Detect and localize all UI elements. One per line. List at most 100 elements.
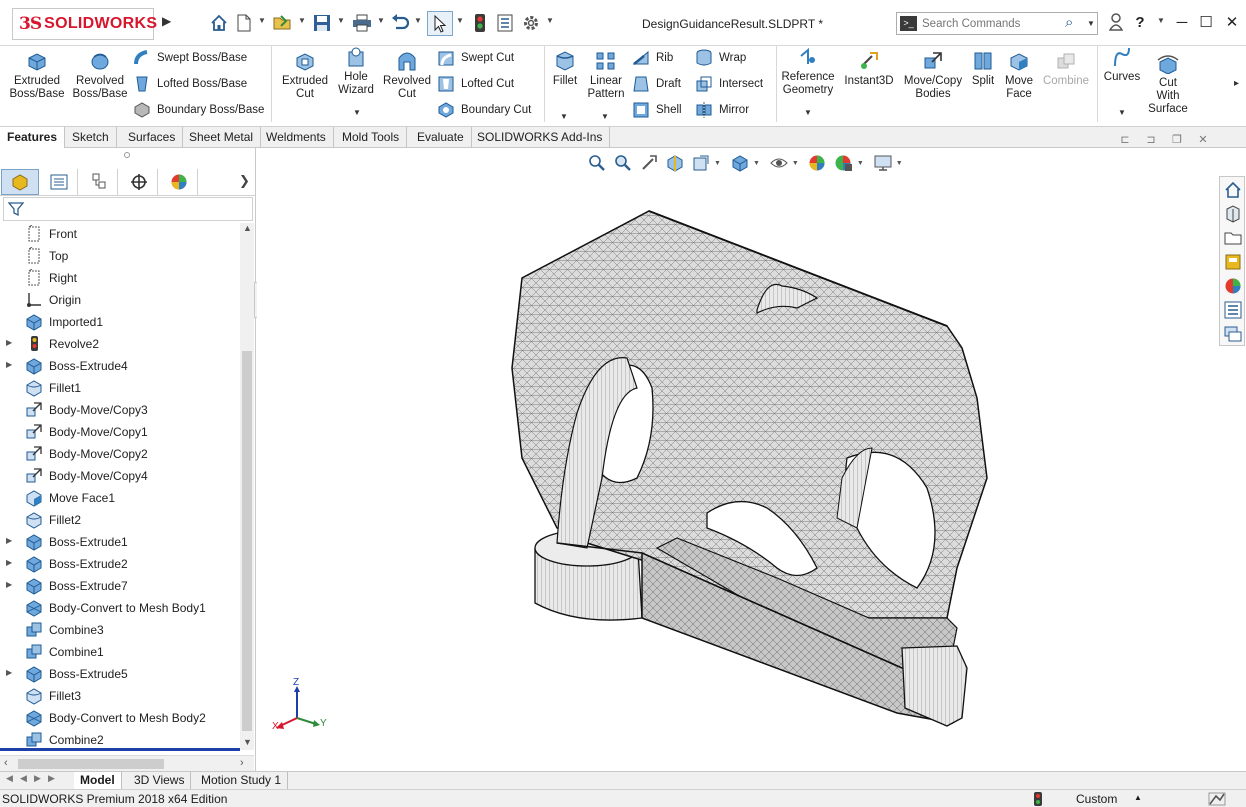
view-settings-dropdown-icon[interactable]: ▼ (896, 160, 903, 167)
revolved-boss-button[interactable]: Revolved Boss/Base (70, 50, 130, 101)
feature-tree-item[interactable]: ▶ Boss-Extrude5 (0, 663, 240, 685)
featuremanager-tab-icon[interactable] (1, 169, 39, 195)
curves-button[interactable]: Curves ▼ (1102, 46, 1142, 117)
search-input[interactable] (922, 16, 1062, 32)
print-icon[interactable] (350, 11, 374, 35)
expand-arrow-icon[interactable]: ▶ (6, 360, 12, 369)
search-commands-box[interactable]: >_ ⌕ ▼ (896, 12, 1098, 35)
feature-tree-item[interactable]: ▶ Boss-Extrude1 (0, 531, 240, 553)
file-properties-icon[interactable] (495, 11, 515, 35)
options-dropdown-icon[interactable]: ▼ (546, 16, 554, 25)
draft-button[interactable]: Draft (632, 73, 681, 95)
save-dropdown-icon[interactable]: ▼ (337, 16, 345, 25)
mesh-part-model[interactable] (257, 148, 1217, 772)
view-palette-icon[interactable] (1221, 251, 1245, 273)
open-icon[interactable] (272, 11, 294, 35)
tab-scroll-prev-icon[interactable]: ◀ (20, 773, 27, 784)
viewport-close-icon[interactable]: ✕ (1190, 133, 1216, 151)
boundary-boss-button[interactable]: Boundary Boss/Base (133, 99, 264, 121)
previous-view-icon[interactable] (638, 152, 660, 174)
undo-icon[interactable] (389, 11, 411, 35)
scroll-up-icon[interactable]: ▲ (243, 223, 252, 233)
tab-weldments[interactable]: Weldments (259, 127, 334, 148)
feature-tree-item[interactable]: Combine2 (0, 729, 240, 750)
minimize-icon[interactable]: ─ (1170, 9, 1194, 35)
combine-button[interactable]: Combine (1040, 50, 1092, 88)
new-dropdown-icon[interactable]: ▼ (258, 16, 266, 25)
display-style-dropdown-icon[interactable]: ▼ (753, 160, 760, 167)
section-view-icon[interactable] (664, 152, 686, 174)
move-copy-bodies-button[interactable]: Move/Copy Bodies (902, 50, 964, 101)
quick-tips-icon[interactable] (1208, 792, 1226, 807)
fillet-button[interactable]: Fillet ▼ (549, 50, 581, 121)
tab-surfaces[interactable]: Surfaces (121, 127, 184, 148)
custom-properties-icon[interactable] (1221, 299, 1245, 321)
revolved-cut-button[interactable]: Revolved Cut (381, 50, 433, 101)
maximize-icon[interactable]: ☐ (1194, 9, 1218, 35)
panel-grip-handle[interactable] (124, 152, 130, 158)
tree-vertical-scrollbar[interactable]: ▲ ▼ (240, 223, 254, 750)
reference-geometry-dropdown-icon[interactable]: ▼ (804, 106, 812, 119)
rollback-bar[interactable] (0, 748, 240, 751)
hole-wizard-dropdown-icon[interactable]: ▼ (353, 106, 361, 119)
tab-sheet-metal[interactable]: Sheet Metal (182, 127, 262, 148)
swept-boss-button[interactable]: Swept Boss/Base (133, 47, 247, 69)
move-face-button[interactable]: Move Face (1002, 50, 1036, 101)
graphics-area[interactable] (257, 148, 1217, 772)
rib-button[interactable]: Rib (632, 47, 673, 69)
tab-features[interactable]: Features (0, 127, 66, 148)
home-icon[interactable] (207, 11, 231, 35)
solidworks-logo[interactable]: 3S SOLIDWORKS (12, 8, 157, 40)
extruded-cut-button[interactable]: Extruded Cut (278, 50, 332, 101)
configurationmanager-tab-icon[interactable] (80, 169, 118, 195)
tab-scroll-last-icon[interactable]: ▶ (48, 773, 55, 784)
feature-tree-item[interactable]: Front (0, 223, 240, 245)
intersect-button[interactable]: Intersect (695, 73, 763, 95)
close-icon[interactable]: ✕ (1220, 9, 1244, 35)
feature-tree-item[interactable]: ▶ Boss-Extrude2 (0, 553, 240, 575)
linear-pattern-dropdown-icon[interactable]: ▼ (601, 110, 609, 123)
help-dropdown-icon[interactable]: ▼ (1157, 16, 1165, 25)
appearances-scenes-icon[interactable] (1221, 275, 1245, 297)
hide-show-items-icon[interactable] (768, 152, 790, 174)
fillet-dropdown-icon[interactable]: ▼ (560, 110, 568, 123)
feature-tree-item[interactable]: Top (0, 245, 240, 267)
new-document-icon[interactable] (234, 11, 254, 35)
feature-tree-item[interactable]: Combine3 (0, 619, 240, 641)
feature-tree-item[interactable]: Body-Convert to Mesh Body2 (0, 707, 240, 729)
display-manager-tab-icon[interactable] (160, 169, 198, 195)
solidworks-forum-icon[interactable] (1221, 323, 1245, 345)
more-tabs-icon[interactable]: ❯ (239, 173, 250, 189)
dynamic-annotation-views-icon[interactable] (690, 152, 712, 174)
viewport-maximize-icon[interactable]: ❐ (1164, 133, 1190, 151)
tab-mold-tools[interactable]: Mold Tools (335, 127, 408, 148)
instant3d-button[interactable]: Instant3D (841, 50, 897, 88)
user-icon[interactable] (1104, 9, 1128, 35)
solidworks-resources-icon[interactable] (1221, 179, 1245, 201)
reference-geometry-button[interactable]: Reference Geometry ▼ (780, 46, 836, 117)
feature-tree-item[interactable]: Right (0, 267, 240, 289)
feature-tree-item[interactable]: Body-Convert to Mesh Body1 (0, 597, 240, 619)
feature-tree-item[interactable]: Body-Move/Copy1 (0, 421, 240, 443)
linear-pattern-button[interactable]: Linear Pattern ▼ (585, 50, 627, 121)
shell-button[interactable]: Shell (632, 99, 682, 121)
scroll-thumb[interactable] (242, 351, 252, 731)
propertymanager-tab-icon[interactable] (40, 169, 78, 195)
scene-dropdown-icon[interactable]: ▼ (857, 160, 864, 167)
unit-system-label[interactable]: Custom (1076, 792, 1117, 806)
feature-tree-item[interactable]: ▶ Revolve2 (0, 333, 240, 355)
rebuild-status-icon[interactable] (1034, 792, 1042, 807)
rebuild-icon[interactable] (470, 11, 490, 35)
view-orientation-icon[interactable] (729, 152, 751, 174)
lofted-boss-button[interactable]: Lofted Boss/Base (133, 73, 247, 95)
expand-arrow-icon[interactable]: ▶ (6, 580, 12, 589)
feature-tree-item[interactable]: Fillet1 (0, 377, 240, 399)
curves-dropdown-icon[interactable]: ▼ (1118, 106, 1126, 119)
search-dropdown-icon[interactable]: ▼ (1087, 19, 1095, 28)
zoom-to-fit-icon[interactable] (586, 152, 608, 174)
tree-horizontal-scrollbar[interactable]: ‹ › (0, 755, 254, 771)
expand-arrow-icon[interactable]: ▶ (6, 536, 12, 545)
unit-system-dropdown-icon[interactable]: ▲ (1134, 793, 1142, 802)
feature-tree-item[interactable]: ▶ Boss-Extrude4 (0, 355, 240, 377)
cut-with-surface-button[interactable]: Cut With Surface (1146, 52, 1190, 116)
